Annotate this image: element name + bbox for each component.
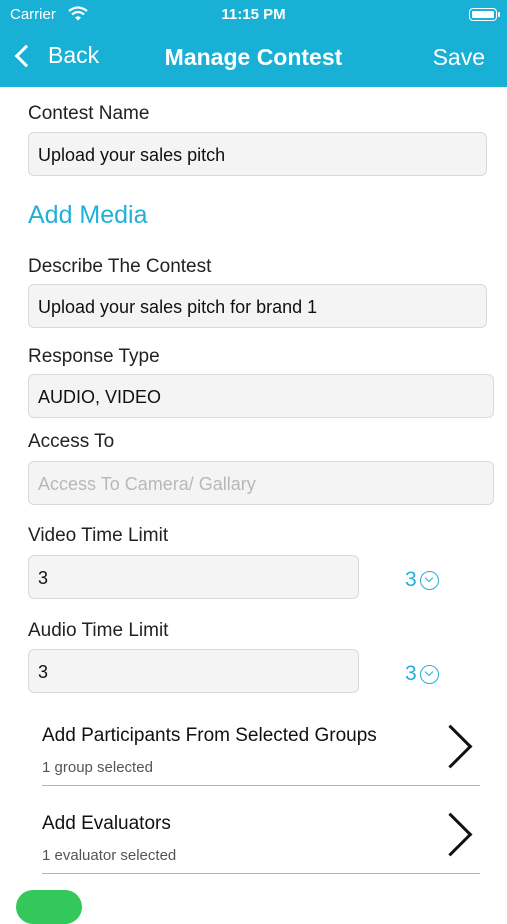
add-evaluators-row[interactable]: Add Evaluators 1 evaluator selected [42,812,480,874]
save-button[interactable]: Save [433,44,485,71]
add-participants-title: Add Participants From Selected Groups [42,725,377,746]
status-bar: Carrier 11:15 PM [0,0,507,30]
chevron-down-icon [419,570,439,590]
audio-time-limit-dropdown[interactable]: 3 [405,662,439,686]
audio-time-limit-value: 3 [405,662,417,685]
video-time-limit-dropdown[interactable]: 3 [405,568,439,592]
audio-time-limit-field[interactable]: 3 [28,649,359,693]
describe-contest-field[interactable]: Upload your sales pitch for brand 1 [28,284,487,328]
response-type-field[interactable]: AUDIO, VIDEO [28,374,494,418]
toggle-switch[interactable] [16,890,82,924]
add-evaluators-title: Add Evaluators [42,813,171,834]
chevron-right-icon [428,724,473,769]
add-participants-subtitle: 1 group selected [42,759,153,776]
response-type-label: Response Type [28,346,160,367]
add-evaluators-subtitle: 1 evaluator selected [42,847,177,864]
chevron-right-icon [428,812,473,857]
nav-bar: Back Manage Contest Save [0,30,507,87]
video-time-limit-value: 3 [405,568,417,591]
chevron-down-icon [419,664,439,684]
battery-icon [469,8,500,21]
access-to-field[interactable]: Access To Camera/ Gallary [28,461,494,505]
add-participants-row[interactable]: Add Participants From Selected Groups 1 … [42,724,480,786]
access-to-label: Access To [28,431,115,452]
clock: 11:15 PM [221,6,286,23]
contest-name-field[interactable]: Upload your sales pitch [28,132,487,176]
add-media-link[interactable]: Add Media [28,201,148,230]
video-time-limit-label: Video Time Limit [28,525,169,546]
audio-time-limit-label: Audio Time Limit [28,620,169,641]
video-time-limit-field[interactable]: 3 [28,555,359,599]
page-title: Manage Contest [164,44,343,70]
describe-contest-label: Describe The Contest [28,256,212,277]
contest-name-label: Contest Name [28,103,150,124]
